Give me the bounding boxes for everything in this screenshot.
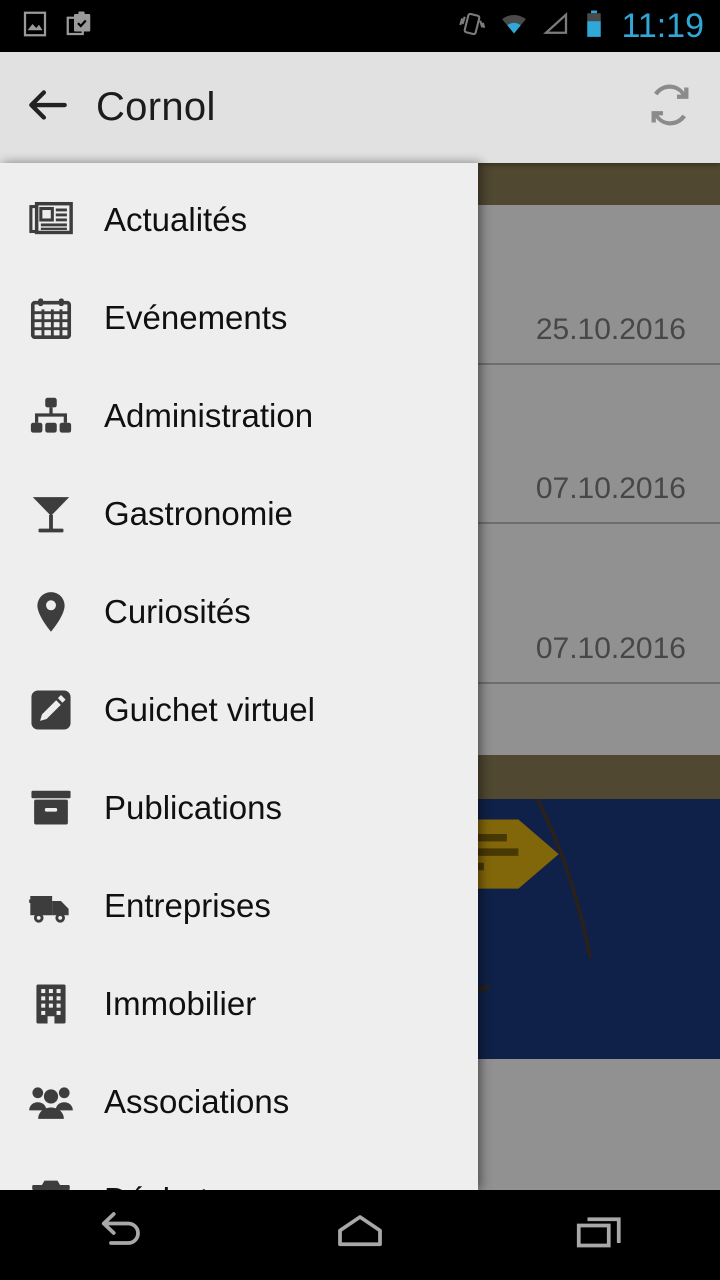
drawer-item-label: Associations	[104, 1083, 290, 1120]
nav-back-icon	[90, 1203, 150, 1268]
drawer-item-publications[interactable]: Publications	[0, 759, 478, 857]
drawer-item-administration[interactable]: Administration	[0, 367, 478, 465]
refresh-icon	[643, 78, 697, 137]
drawer-item-associations[interactable]: Associations	[0, 1053, 478, 1151]
building-icon	[18, 981, 84, 1027]
drawer-item-evenements[interactable]: Evénements	[0, 269, 478, 367]
calendar-icon	[18, 295, 84, 341]
arrow-left-icon	[23, 80, 73, 135]
back-button[interactable]	[0, 80, 96, 135]
drawer-item-immobilier[interactable]: Immobilier	[0, 955, 478, 1053]
drawer-item-actualites[interactable]: Actualités	[0, 171, 478, 269]
drawer-item-label: Déchets	[84, 1181, 225, 1190]
drawer-item-label: Administration	[104, 397, 314, 434]
archive-box-icon	[18, 785, 84, 831]
sitemap-icon	[18, 393, 84, 439]
drawer-item-label: Guichet virtuel	[104, 691, 315, 728]
nav-home-icon	[330, 1203, 390, 1268]
drawer-item-label: Actualités	[104, 201, 248, 238]
status-bar-clock: 11:19	[621, 7, 704, 45]
clipboard-check-icon	[64, 9, 94, 44]
drawer-item-label: Curiosités	[104, 593, 251, 630]
drawer-item-curiosites[interactable]: Curiosités	[0, 563, 478, 661]
android-navigation-bar	[0, 1190, 720, 1280]
status-bar-notification-icons	[0, 9, 94, 44]
drawer-item-label: Entreprises	[104, 887, 271, 924]
app-bar: Cornol	[0, 52, 720, 163]
drawer-item-dechets[interactable]: Déchets	[0, 1151, 478, 1190]
drawer-item-gastronomie[interactable]: Gastronomie	[0, 465, 478, 563]
truck-icon	[18, 883, 84, 929]
trash-bin-icon	[18, 1177, 84, 1190]
drawer-item-label: Gastronomie	[104, 495, 293, 532]
wifi-icon	[499, 9, 529, 44]
phone-screen: 11:19 e n° 2 2016 25.10.2016 bre n°2 201…	[0, 0, 720, 1280]
drawer-item-entreprises[interactable]: Entreprises	[0, 857, 478, 955]
newspaper-icon	[18, 197, 84, 243]
navigation-drawer: Actualités Evénements Administration Gas…	[0, 163, 478, 1190]
cocktail-glass-icon	[18, 491, 84, 537]
nav-back-button[interactable]	[0, 1203, 240, 1268]
page-title: Cornol	[96, 85, 216, 129]
status-bar-system-icons: 11:19	[457, 9, 720, 44]
nav-recents-button[interactable]	[480, 1203, 720, 1268]
signal-icon	[541, 9, 571, 44]
map-pin-icon	[18, 589, 84, 635]
drawer-item-label: Publications	[104, 789, 282, 826]
nav-recents-icon	[570, 1203, 630, 1268]
drawer-item-guichet-virtuel[interactable]: Guichet virtuel	[0, 661, 478, 759]
status-bar: 11:19	[0, 0, 720, 52]
image-icon	[20, 9, 50, 44]
vibrate-icon	[457, 9, 487, 44]
battery-icon	[583, 9, 605, 44]
people-group-icon	[18, 1079, 84, 1125]
nav-home-button[interactable]	[240, 1203, 480, 1268]
drawer-item-list: Actualités Evénements Administration Gas…	[0, 163, 478, 1190]
drawer-item-label: Evénements	[104, 299, 288, 336]
pencil-square-icon	[18, 687, 84, 733]
refresh-button[interactable]	[620, 78, 720, 137]
drawer-item-label: Immobilier	[104, 985, 257, 1022]
